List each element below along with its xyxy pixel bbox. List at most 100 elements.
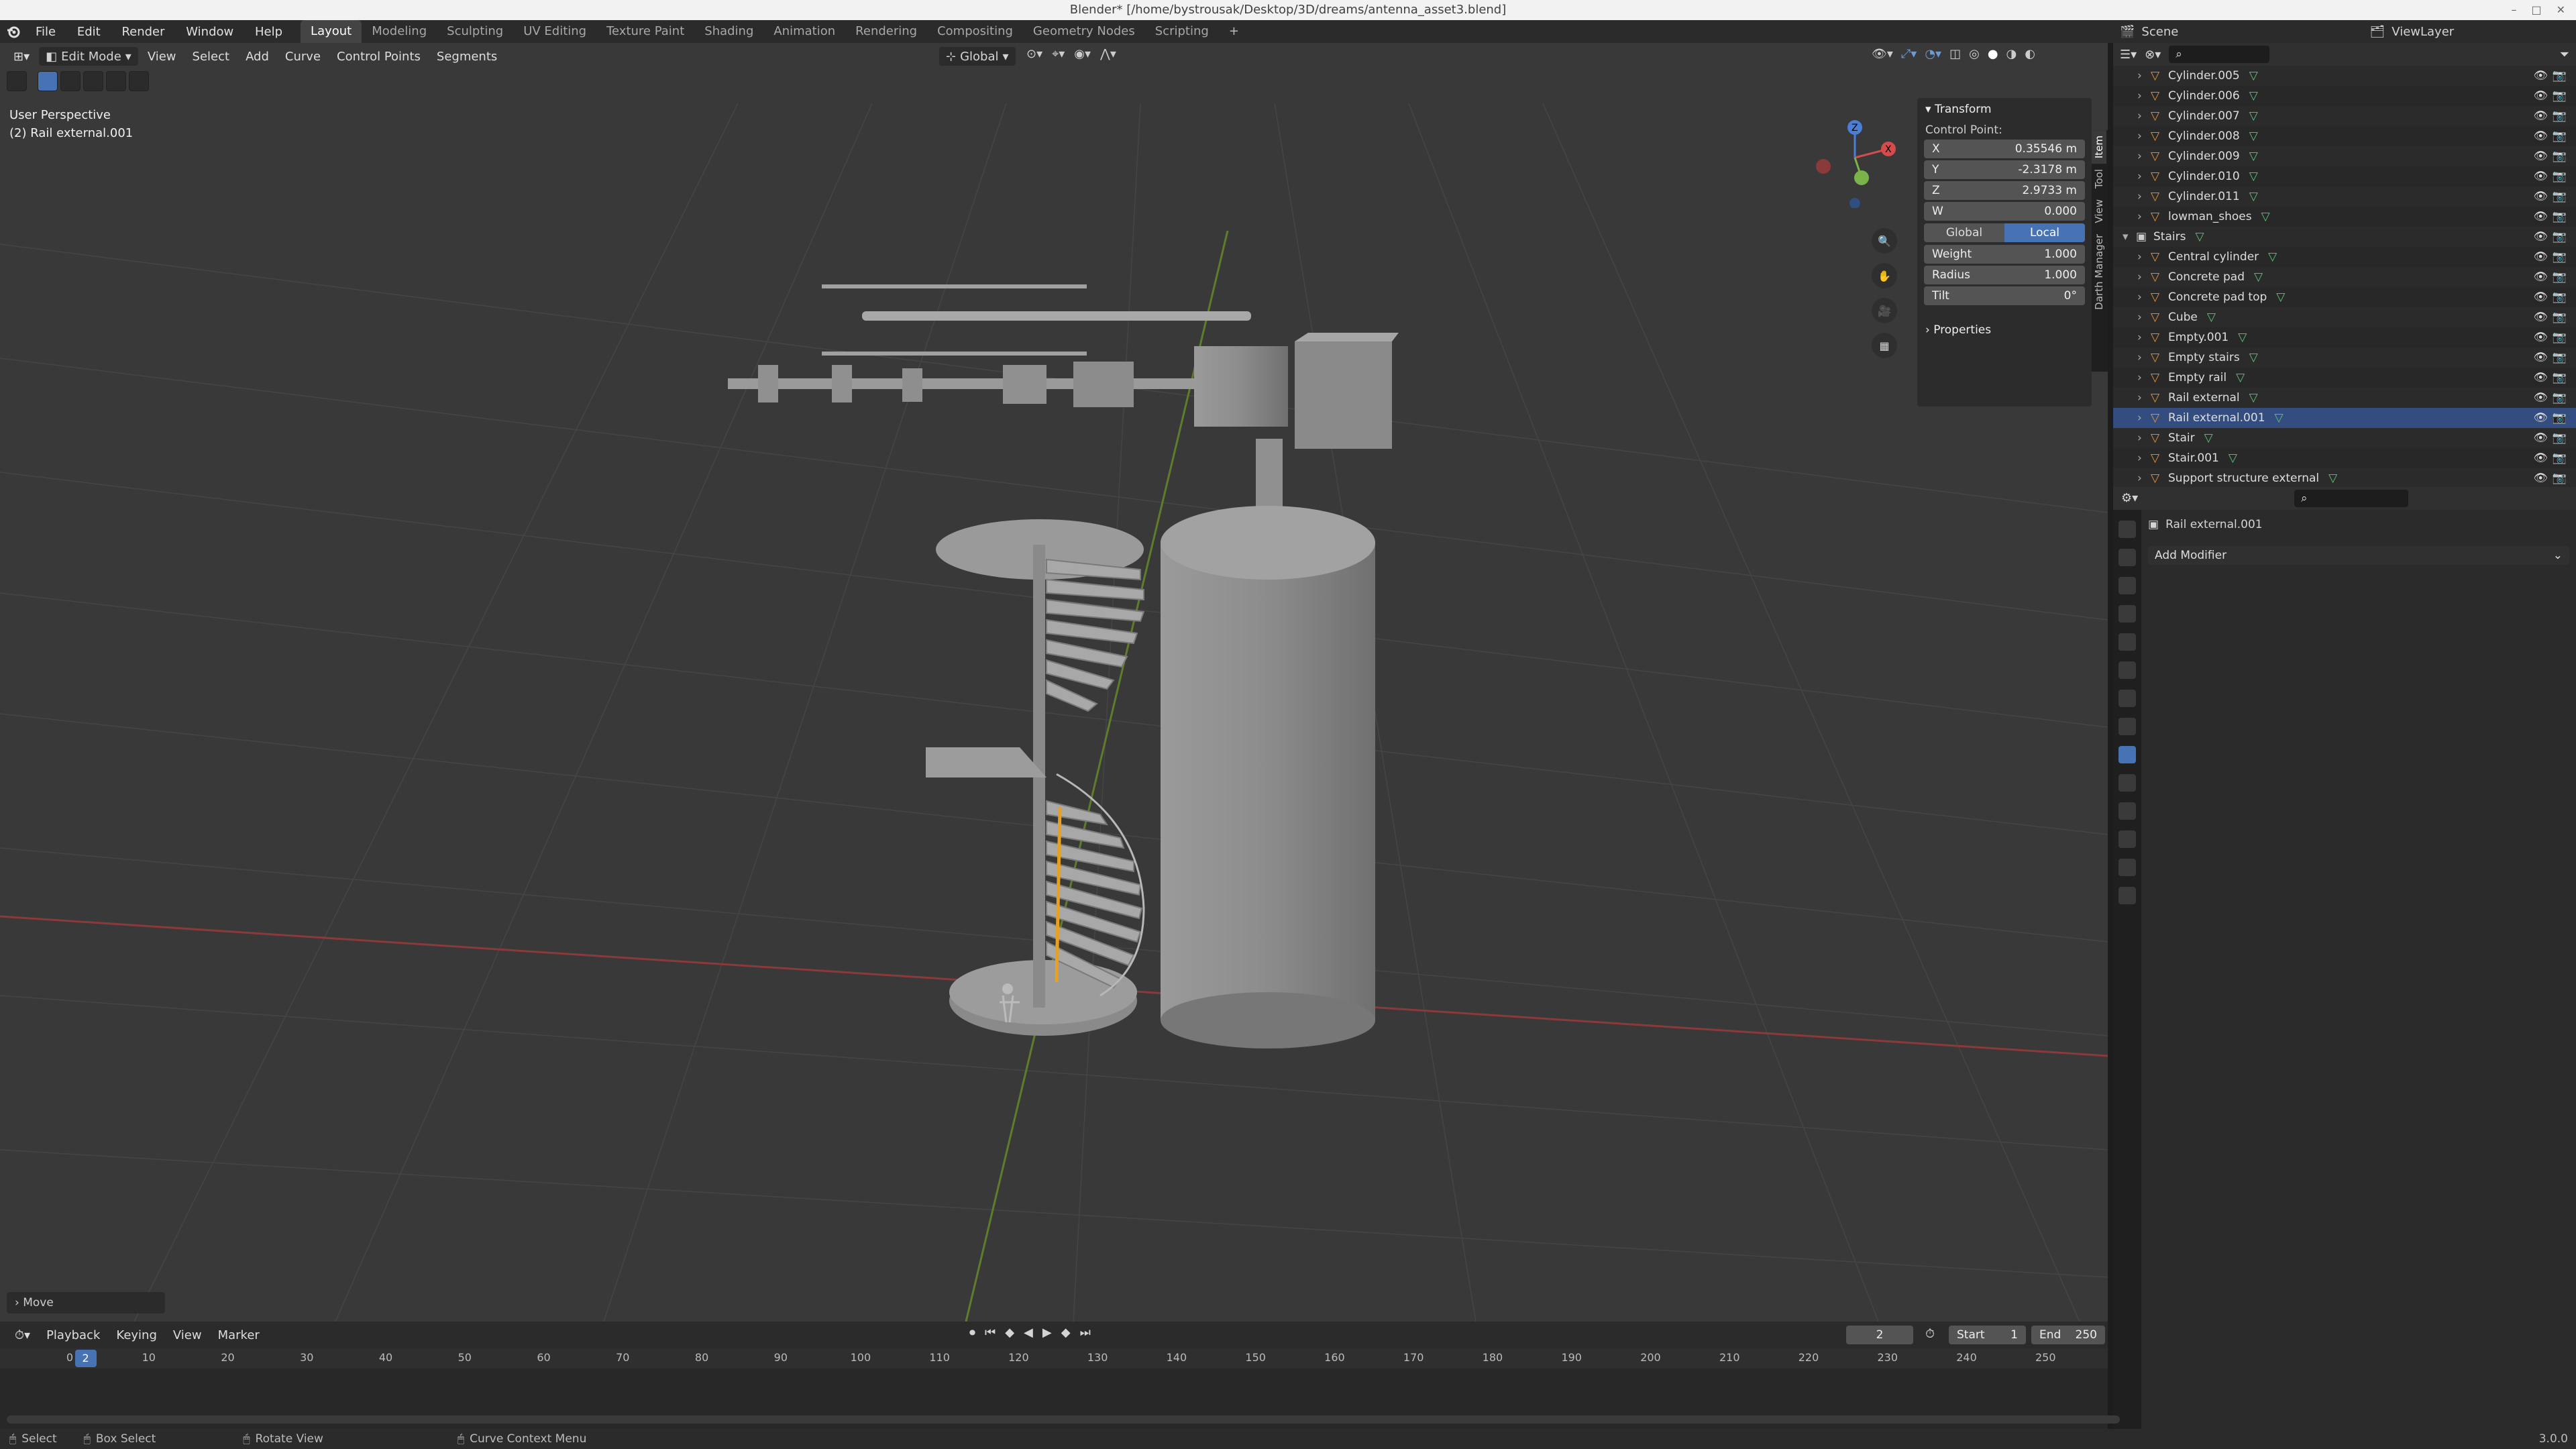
expand-chevron-icon[interactable]: ▾ [2123,230,2136,244]
outliner-row[interactable]: › ▽ Cylinder.010 ▽ 👁 📷 [2113,166,2576,186]
filter-icon[interactable]: ⏷ [2560,48,2569,62]
gizmo-icon[interactable]: ⤢▾ [1901,47,1917,61]
end-frame-field[interactable]: End 250 [2031,1326,2105,1344]
expand-chevron-icon[interactable]: › [2137,150,2151,163]
eye-icon[interactable]: 👁 [2533,190,2548,203]
outliner-row[interactable]: › ▽ Cube ▽ 👁 📷 [2113,307,2576,327]
eye-icon[interactable]: 👁 [2533,150,2548,163]
tab-view[interactable]: View [2092,194,2106,229]
filter-icon-left[interactable]: ⊗▾ [2145,48,2161,62]
eye-icon[interactable]: 👁 [2533,230,2548,244]
close-icon[interactable]: ✕ [2557,0,2565,20]
eye-icon[interactable]: 👁 [2533,270,2548,284]
menu-playback[interactable]: Playback [40,1328,107,1342]
outliner-row[interactable]: › ▽ Cylinder.009 ▽ 👁 📷 [2113,146,2576,166]
camera-icon[interactable]: 📷 [2553,451,2567,465]
menu-file[interactable]: File [27,25,64,39]
eye-icon[interactable]: 👁 [2533,170,2548,183]
eye-icon[interactable]: 👁 [2533,69,2548,83]
eye-icon[interactable]: 👁 [2533,109,2548,123]
expand-chevron-icon[interactable]: › [2137,170,2151,183]
w-field[interactable]: W 0.000 [1924,202,2085,221]
tab-darth-manager[interactable]: Darth Manager [2092,229,2106,315]
camera-icon[interactable]: 📷 [2553,150,2567,163]
outliner-row[interactable]: › ▽ Central cylinder ▽ 👁 📷 [2113,247,2576,267]
outliner-row[interactable]: › ▽ Cylinder.007 ▽ 👁 📷 [2113,106,2576,126]
tilt-field[interactable]: Tilt 0° [1924,286,2085,305]
tab-layout[interactable]: Layout [301,20,362,43]
camera-icon[interactable]: 📷 [2553,129,2567,143]
eye-icon[interactable]: 👁 [2533,391,2548,405]
snap-icon[interactable]: ⌖▾ [1052,47,1065,61]
transform-section-header[interactable]: ▾ Transform [1917,98,2092,121]
expand-chevron-icon[interactable]: › [2137,129,2151,143]
menu-marker[interactable]: Marker [211,1328,266,1342]
outliner-row[interactable]: › ▽ Rail external.001 ▽ 👁 📷 [2113,408,2576,428]
view-layer-tab-icon[interactable] [2118,605,2136,623]
menu-edit[interactable]: Edit [68,25,109,39]
outliner-row[interactable]: › ▽ Cylinder.006 ▽ 👁 📷 [2113,86,2576,106]
camera-icon[interactable]: 📷 [2553,391,2567,405]
select-new-icon[interactable] [38,71,58,91]
camera-icon[interactable]: 📷 [2553,331,2567,344]
x-field[interactable]: X 0.35546 m [1924,140,2085,158]
camera-icon[interactable]: 📷 [2553,170,2567,183]
ortho-grid-icon[interactable]: ▦ [1872,333,1897,358]
expand-chevron-icon[interactable]: › [2137,472,2151,485]
solid-shading-icon[interactable]: ● [1988,47,1998,61]
eye-icon[interactable]: 👁 [2533,290,2548,304]
modifier-tab-icon[interactable] [2118,746,2136,763]
data-tab-icon[interactable] [2118,859,2136,876]
camera-icon[interactable]: 📷 [2553,431,2567,445]
falloff-icon[interactable]: ⋀▾ [1100,47,1116,61]
mode-selector[interactable]: ◧ Edit Mode ▾ [39,47,138,66]
outliner-row[interactable]: › ▽ Empty stairs ▽ 👁 📷 [2113,347,2576,368]
xray-icon[interactable]: ◫ [1949,47,1961,61]
select-intersect-icon[interactable] [129,71,149,91]
prev-key-icon[interactable]: ◆ [1005,1326,1014,1340]
menu-control-points[interactable]: Control Points [330,50,427,64]
timeline-scrollbar[interactable] [7,1415,2120,1424]
particles-tab-icon[interactable] [2118,774,2136,792]
scene-tab-icon[interactable] [2118,633,2136,651]
eye-icon[interactable]: 👁 [2533,311,2548,324]
object-tab-icon[interactable] [2118,718,2136,735]
eye-icon[interactable]: 👁 [2533,371,2548,384]
outliner-row[interactable]: › ▽ Empty rail ▽ 👁 📷 [2113,368,2576,388]
menu-help[interactable]: Help [246,25,291,39]
menu-keying[interactable]: Keying [109,1328,163,1342]
radius-field[interactable]: Radius 1.000 [1924,266,2085,284]
tab-animation[interactable]: Animation [763,20,845,43]
collection-tab-icon[interactable] [2118,690,2136,707]
select-extend-icon[interactable] [60,71,80,91]
properties-search-input[interactable]: ⌕ [2294,490,2408,507]
wireframe-shading-icon[interactable]: ◎ [1969,47,1980,61]
outliner-row[interactable]: › ▽ Cylinder.005 ▽ 👁 📷 [2113,66,2576,86]
y-field[interactable]: Y -2.3178 m [1924,160,2085,179]
3d-viewport[interactable]: ⊞▾ ◧ Edit Mode ▾ View Select Add Curve C… [0,43,2108,1322]
pivot-icon[interactable]: ⊙▾ [1026,47,1042,61]
playhead[interactable]: 2 [74,1350,97,1367]
camera-icon[interactable]: 📷 [2553,210,2567,223]
eye-icon[interactable]: 👁 [2533,411,2548,425]
expand-chevron-icon[interactable]: › [2137,431,2151,445]
tab-scripting[interactable]: Scripting [1145,20,1219,43]
expand-chevron-icon[interactable]: › [2137,69,2151,83]
last-operator-panel[interactable]: › Move [7,1292,165,1313]
camera-icon[interactable]: 📷 [2553,371,2567,384]
tab-shading[interactable]: Shading [694,20,763,43]
zoom-icon[interactable]: 🔍 [1872,228,1897,254]
camera-icon[interactable]: 📷 [2553,290,2567,304]
tweak-tool-icon[interactable] [7,71,27,91]
scene-name[interactable]: Scene [2141,25,2262,39]
menu-curve[interactable]: Curve [278,50,327,64]
next-key-icon[interactable]: ◆ [1061,1326,1071,1340]
maximize-icon[interactable]: □ [2531,0,2541,20]
material-shading-icon[interactable]: ◑ [2006,47,2017,61]
menu-window[interactable]: Window [177,25,242,39]
expand-chevron-icon[interactable]: › [2137,351,2151,364]
blender-logo-icon[interactable] [0,20,27,43]
output-tab-icon[interactable] [2118,577,2136,594]
eye-icon[interactable]: 👁 [2533,431,2548,445]
outliner-row[interactable]: › ▽ Support structure external ▽ 👁 📷 [2113,468,2576,488]
